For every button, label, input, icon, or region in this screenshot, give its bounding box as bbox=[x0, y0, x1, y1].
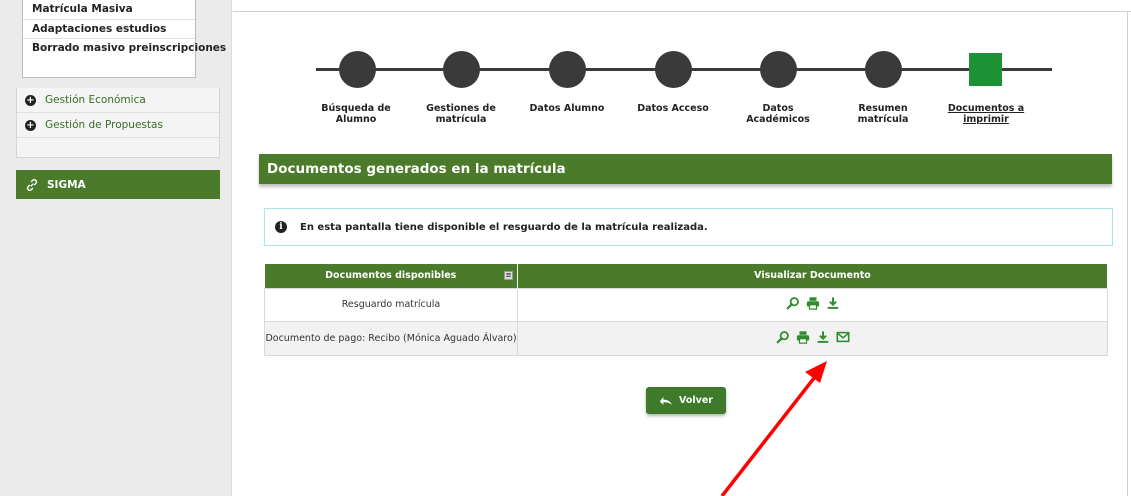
step-label-line: Académicos bbox=[746, 114, 810, 125]
step-label-line: matrícula bbox=[857, 114, 909, 125]
info-alert: i En esta pantalla tiene disponible el r… bbox=[264, 208, 1113, 246]
right-divider bbox=[1127, 11, 1128, 496]
table-row: Documento de pago: Recibo (Mónica Aguado… bbox=[264, 320, 1108, 356]
step-label-datos-acceso[interactable]: Datos Acceso bbox=[623, 103, 723, 114]
menu-item-gestion-propuestas[interactable]: + Gestión de Propuestas bbox=[17, 113, 219, 138]
step-1-dot[interactable] bbox=[339, 51, 376, 88]
step-4-dot[interactable] bbox=[655, 51, 692, 88]
section-title: Documentos generados en la matrícula bbox=[259, 154, 1112, 184]
step-label-datos-academicos[interactable]: Datos Académicos bbox=[728, 103, 828, 125]
search-icon[interactable] bbox=[776, 330, 790, 344]
step-label-line: Datos Alumno bbox=[529, 103, 605, 114]
back-button-label: Volver bbox=[679, 395, 713, 406]
print-icon[interactable] bbox=[796, 330, 810, 344]
step-label-line: Datos bbox=[762, 103, 794, 114]
step-2-dot[interactable] bbox=[443, 51, 480, 88]
step-label-documentos[interactable]: Documentos a imprimir bbox=[936, 103, 1036, 125]
document-actions bbox=[517, 320, 1108, 356]
menu-item-label: Gestión de Propuestas bbox=[45, 119, 163, 131]
info-icon: i bbox=[275, 221, 287, 233]
search-icon[interactable] bbox=[786, 296, 800, 310]
step-label-line: Datos Acceso bbox=[637, 103, 709, 114]
menu-item-gestion-economica[interactable]: + Gestión Económica bbox=[17, 88, 219, 113]
step-7-active-marker[interactable] bbox=[969, 53, 1002, 86]
step-label-line: Gestiones de bbox=[426, 103, 496, 114]
download-icon[interactable] bbox=[826, 296, 840, 310]
document-actions bbox=[517, 287, 1108, 322]
column-header-label: Documentos disponibles bbox=[325, 270, 457, 282]
back-button[interactable]: Volver bbox=[646, 387, 726, 414]
step-label-line: Búsqueda de bbox=[321, 103, 391, 114]
link-icon bbox=[26, 178, 38, 191]
step-5-dot[interactable] bbox=[760, 51, 797, 88]
column-header-visualizar: Visualizar Documento bbox=[517, 264, 1108, 288]
menu-item-label: Gestión Económica bbox=[45, 94, 146, 106]
table-header-row: Documentos disponibles ≡ Visualizar Docu… bbox=[264, 264, 1108, 288]
step-label-line: matrícula bbox=[435, 114, 487, 125]
download-icon[interactable] bbox=[816, 330, 830, 344]
info-message: En esta pantalla tiene disponible el res… bbox=[300, 221, 708, 233]
email-icon[interactable] bbox=[836, 330, 850, 344]
step-label-busqueda[interactable]: Búsqueda de Alumno bbox=[306, 103, 406, 125]
step-label-resumen[interactable]: Resumen matrícula bbox=[833, 103, 933, 125]
step-label-line: Resumen bbox=[858, 103, 908, 114]
document-name: Documento de pago: Recibo (Mónica Aguado… bbox=[264, 320, 518, 356]
submenu-item-adaptaciones[interactable]: Adaptaciones estudios bbox=[23, 20, 195, 39]
submenu-item-matricula-masiva[interactable]: Matrícula Masiva bbox=[23, 0, 195, 20]
expand-plus-icon: + bbox=[25, 119, 36, 131]
column-header-documentos[interactable]: Documentos disponibles ≡ bbox=[264, 264, 518, 288]
step-label-gestiones[interactable]: Gestiones de matrícula bbox=[411, 103, 511, 125]
step-6-dot[interactable] bbox=[865, 51, 902, 88]
table-row: Resguardo matrícula bbox=[264, 287, 1108, 322]
sidebar: Matrícula Masiva Adaptaciones estudios B… bbox=[0, 0, 232, 496]
step-label-line: imprimir bbox=[963, 114, 1009, 125]
undo-arrow-icon bbox=[659, 397, 673, 405]
print-icon[interactable] bbox=[806, 296, 820, 310]
expand-plus-icon: + bbox=[25, 94, 36, 106]
top-divider bbox=[233, 11, 1131, 12]
step-label-line: Alumno bbox=[335, 114, 377, 125]
step-label-datos-alumno[interactable]: Datos Alumno bbox=[517, 103, 617, 114]
column-menu-icon[interactable]: ≡ bbox=[504, 271, 513, 280]
sigma-menu-item[interactable]: SIGMA bbox=[16, 170, 220, 199]
submenu-item-borrado-masivo[interactable]: Borrado masivo preinscripciones bbox=[23, 39, 226, 59]
step-label-line: Documentos a bbox=[947, 103, 1025, 114]
submenu-list: Matrícula Masiva Adaptaciones estudios B… bbox=[22, 0, 226, 78]
menu-panel: + Gestión Económica + Gestión de Propues… bbox=[16, 88, 220, 158]
sigma-label: SIGMA bbox=[47, 178, 86, 191]
documents-table: Documentos disponibles ≡ Visualizar Docu… bbox=[264, 264, 1108, 356]
step-3-dot[interactable] bbox=[549, 51, 586, 88]
document-name: Resguardo matrícula bbox=[264, 287, 518, 322]
